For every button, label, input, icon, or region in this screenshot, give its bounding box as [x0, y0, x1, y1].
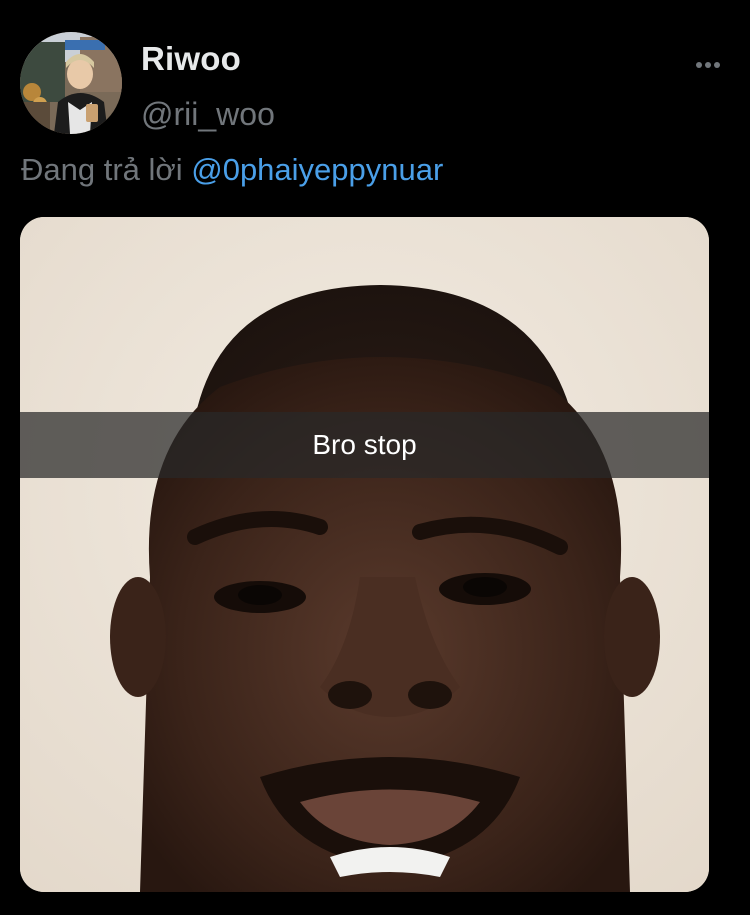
tweet-media-image[interactable]: Bro stop: [20, 217, 709, 892]
more-options-button[interactable]: [688, 50, 728, 80]
author-handle[interactable]: @rii_woo: [141, 96, 275, 133]
tweet: Riwoo @rii_woo Đang trả lời @0phaiyeppyn…: [0, 0, 750, 915]
avatar-photo-icon: [20, 32, 122, 134]
reply-context: Đang trả lời @0phaiyeppynuar: [21, 152, 443, 188]
reply-mention-link[interactable]: @0phaiyeppynuar: [191, 152, 443, 187]
meme-photo: [20, 217, 709, 892]
reply-prefix: Đang trả lời: [21, 152, 192, 187]
caption-text: Bro stop: [312, 429, 417, 460]
author-avatar[interactable]: [20, 32, 122, 134]
author-display-name[interactable]: Riwoo: [141, 40, 241, 78]
caption-bar: Bro stop: [20, 412, 709, 478]
more-horizontal-icon: [696, 62, 720, 68]
